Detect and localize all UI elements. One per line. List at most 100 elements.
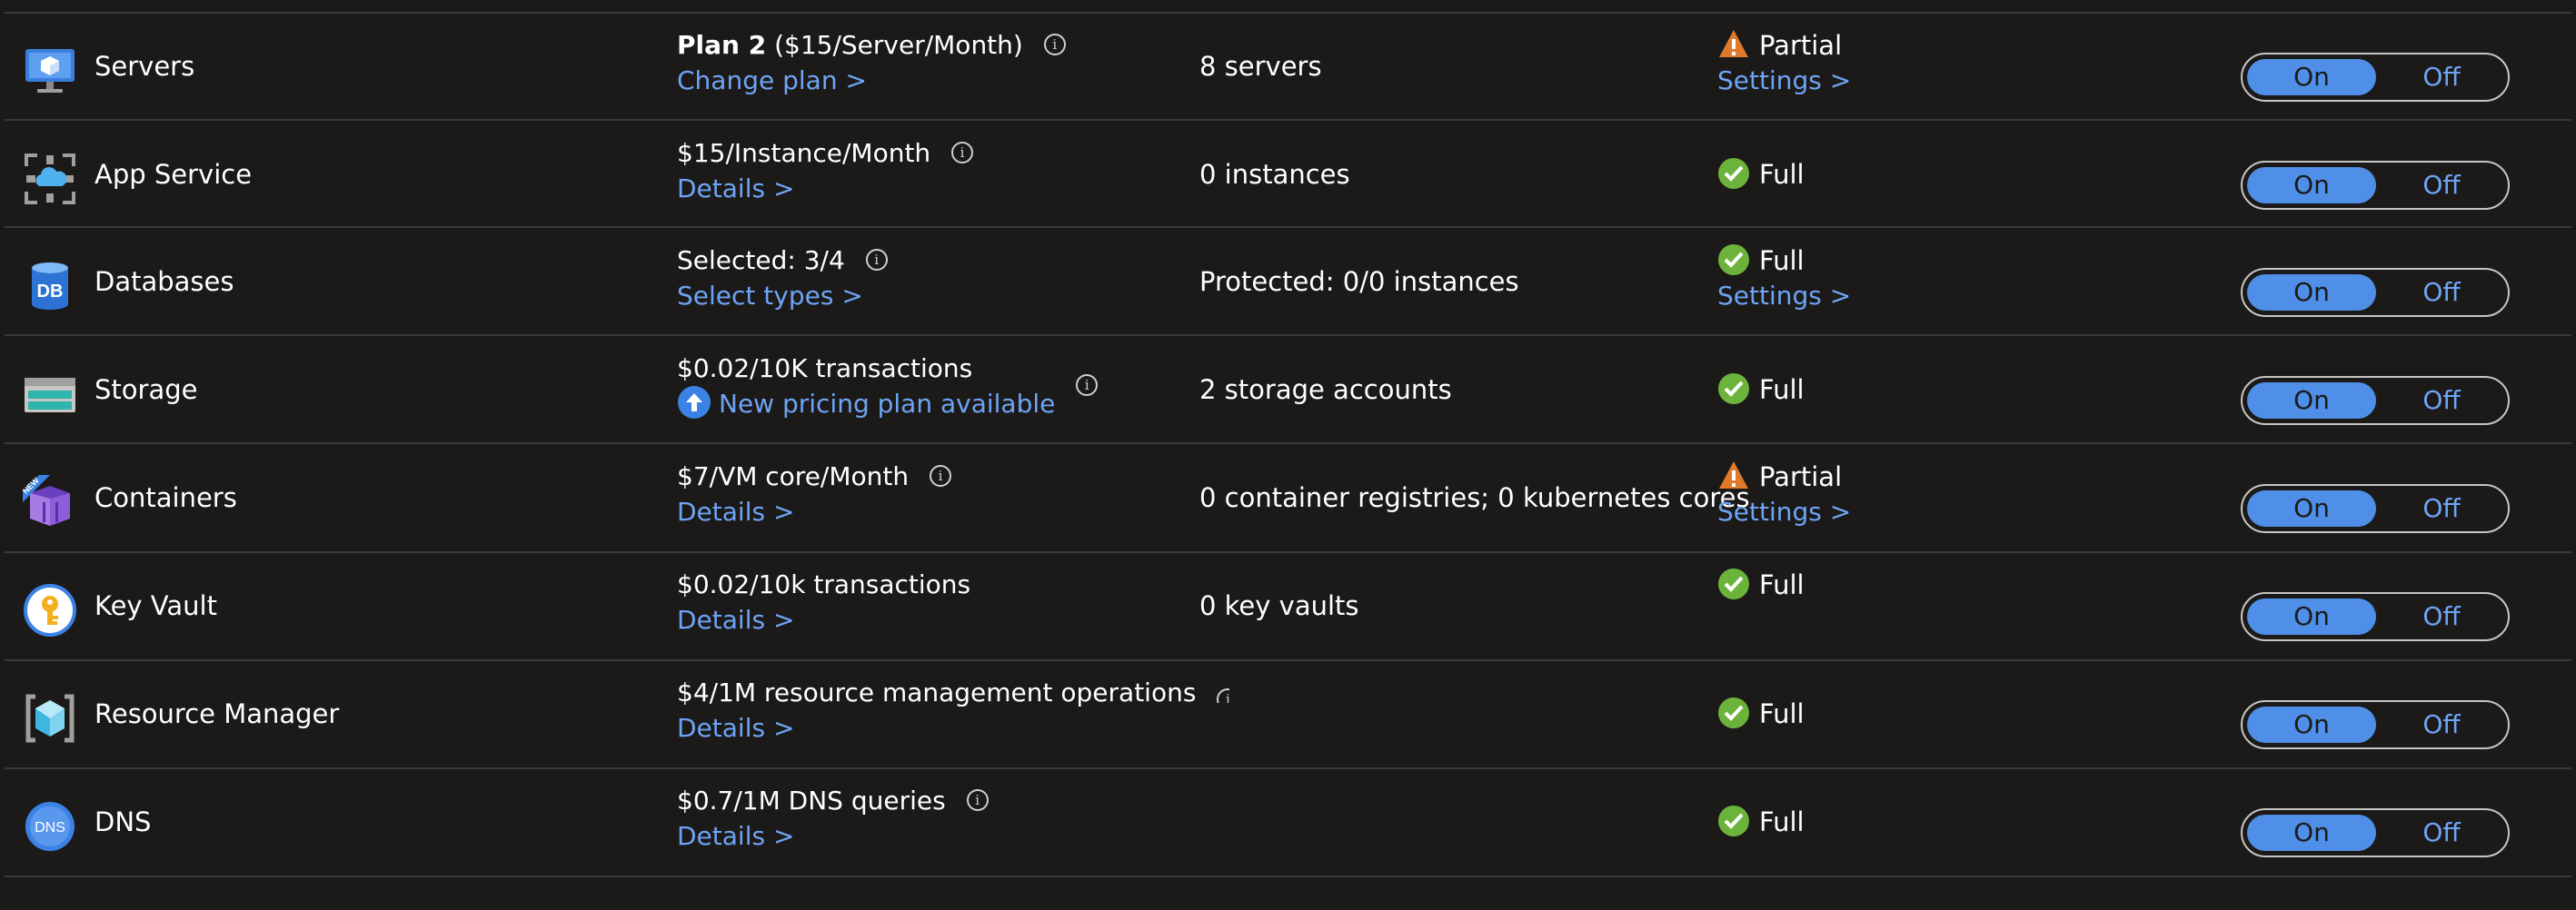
check-icon (1717, 243, 1750, 276)
plan-toggle[interactable]: On Off (2241, 484, 2510, 533)
plan-name: App Service (94, 159, 253, 190)
row-divider (5, 875, 2571, 877)
pricing-text: $0.02/10k transactions (677, 569, 971, 599)
upgrade-arrow-icon (677, 385, 711, 420)
status-text: Partial (1759, 30, 1843, 61)
status-text: Full (1759, 569, 1805, 600)
resource-quantity: 2 storage accounts (1199, 374, 1452, 405)
containers-icon: NEW (23, 475, 77, 529)
dns-icon-label: DNS (35, 820, 65, 836)
warning-icon (1717, 460, 1750, 492)
check-icon (1717, 157, 1750, 190)
settings-link[interactable]: Settings > (1717, 64, 1851, 98)
status-text: Partial (1759, 461, 1843, 492)
key-vault-icon (23, 583, 77, 638)
info-icon[interactable]: i (930, 465, 952, 487)
settings-link[interactable]: Settings > (1717, 495, 1851, 529)
table-row-servers: Servers Plan 2 ($15/Server/Month) i Chan… (5, 13, 2571, 120)
table-row-app-service: App Service $15/Instance/Month i Details… (5, 121, 2571, 228)
plan-toggle[interactable]: On Off (2241, 700, 2510, 749)
info-icon[interactable]: i (865, 249, 888, 271)
servers-icon (23, 44, 77, 98)
storage-icon (23, 367, 77, 421)
toggle-off-option[interactable]: Off (2378, 59, 2505, 95)
resource-quantity: 0 container registries; 0 kubernetes cor… (1199, 482, 1750, 513)
resource-quantity: Protected: 0/0 instances (1199, 266, 1519, 297)
resource-quantity: 8 servers (1199, 51, 1322, 82)
toggle-off-option[interactable]: Off (2378, 274, 2505, 311)
pricing-text: $7/VM core/Month (677, 461, 910, 491)
resource-quantity: 0 instances (1199, 159, 1350, 190)
toggle-off-option[interactable]: Off (2378, 598, 2505, 635)
toggle-off-option[interactable]: Off (2378, 167, 2505, 203)
plan-name: Databases (94, 266, 234, 297)
toggle-off-option[interactable]: Off (2378, 707, 2505, 743)
info-icon[interactable]: i (1217, 688, 1230, 703)
info-icon[interactable]: i (1043, 34, 1066, 55)
check-icon (1717, 568, 1750, 600)
plan-name: Resource Manager (94, 698, 340, 729)
check-icon (1717, 697, 1750, 729)
pricing-text: ($15/Server/Month) (774, 30, 1023, 60)
toggle-on-option[interactable]: On (2247, 274, 2376, 311)
toggle-on-option[interactable]: On (2247, 815, 2376, 851)
details-link[interactable]: Details > (677, 711, 794, 746)
check-icon (1717, 372, 1750, 405)
pricing-text: $15/Instance/Month (677, 138, 931, 168)
table-row-resource-manager: Resource Manager $4/1M resource manageme… (5, 660, 2571, 767)
info-icon[interactable]: i (966, 789, 989, 811)
info-icon[interactable]: i (951, 142, 974, 163)
table-row-dns: DNS DNS $0.7/1M DNS queries i Details > … (5, 768, 2571, 875)
toggle-on-option[interactable]: On (2247, 707, 2376, 743)
toggle-on-option[interactable]: On (2247, 59, 2376, 95)
status-text: Full (1759, 698, 1805, 729)
plan-toggle[interactable]: On Off (2241, 376, 2510, 425)
change-plan-link[interactable]: Change plan > (677, 64, 867, 98)
status-text: Full (1759, 245, 1805, 276)
databases-icon-label: DB (37, 282, 64, 302)
settings-link[interactable]: Settings > (1717, 279, 1851, 313)
table-row-storage: Storage $0.02/10K transactions New prici… (5, 336, 2571, 443)
plan-toggle[interactable]: On Off (2241, 808, 2510, 857)
plan-name: Containers (94, 482, 237, 513)
resource-quantity: 0 key vaults (1199, 590, 1359, 621)
pricing-text: Selected: 3/4 (677, 245, 845, 275)
toggle-off-option[interactable]: Off (2378, 382, 2505, 419)
toggle-on-option[interactable]: On (2247, 490, 2376, 527)
plan-name: Servers (94, 51, 195, 82)
defender-plans-table: Servers Plan 2 ($15/Server/Month) i Chan… (5, 0, 2571, 910)
toggle-on-option[interactable]: On (2247, 598, 2376, 635)
app-service-icon (23, 152, 77, 206)
toggle-on-option[interactable]: On (2247, 167, 2376, 203)
databases-icon: DB (23, 259, 77, 313)
plan-toggle[interactable]: On Off (2241, 161, 2510, 210)
info-icon[interactable]: i (1076, 374, 1099, 396)
plan-toggle[interactable]: On Off (2241, 268, 2510, 317)
toggle-on-option[interactable]: On (2247, 382, 2376, 419)
details-link[interactable]: Details > (677, 819, 794, 854)
resource-manager-icon (23, 691, 77, 746)
table-row-key-vault: Key Vault $0.02/10k transactions Details… (5, 552, 2571, 659)
select-types-link[interactable]: Select types > (677, 279, 863, 313)
details-link[interactable]: Details > (677, 172, 794, 206)
status-text: Full (1759, 374, 1805, 405)
warning-icon (1717, 28, 1750, 61)
details-link[interactable]: Details > (677, 495, 794, 529)
table-row-databases: DB Databases Selected: 3/4 i Select type… (5, 228, 2571, 335)
check-icon (1717, 805, 1750, 837)
plan-label: Plan 2 (677, 30, 767, 60)
plan-name: Storage (94, 374, 198, 405)
status-text: Full (1759, 159, 1805, 190)
toggle-off-option[interactable]: Off (2378, 490, 2505, 527)
pricing-text: $4/1M resource management operations (677, 678, 1197, 707)
plan-name: DNS (94, 806, 152, 837)
pricing-text: $0.7/1M DNS queries (677, 786, 946, 816)
plan-toggle[interactable]: On Off (2241, 53, 2510, 102)
dns-icon: DNS (23, 799, 77, 854)
plan-name: Key Vault (94, 590, 217, 621)
new-pricing-plan-link[interactable]: New pricing plan available (719, 389, 1055, 419)
toggle-off-option[interactable]: Off (2378, 815, 2505, 851)
details-link[interactable]: Details > (677, 603, 794, 638)
plan-toggle[interactable]: On Off (2241, 592, 2510, 641)
status-text: Full (1759, 806, 1805, 837)
